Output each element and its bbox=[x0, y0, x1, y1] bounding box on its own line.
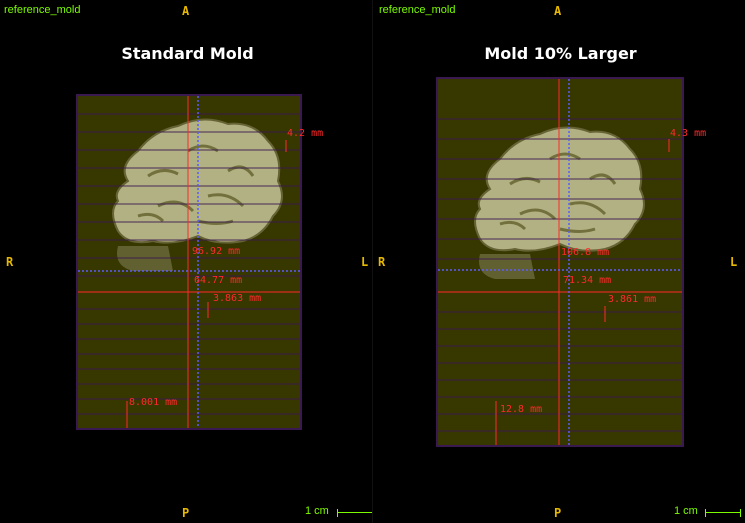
viewport-label: reference_mold bbox=[379, 4, 456, 16]
orientation-right: R bbox=[6, 255, 14, 269]
scale-bar bbox=[337, 509, 373, 517]
measurement-3: 71.34 mm bbox=[563, 275, 612, 286]
scale-label: 1 cm bbox=[305, 505, 329, 517]
mold-title: Mold 10% Larger bbox=[484, 44, 637, 63]
scale-label: 1 cm bbox=[674, 505, 698, 517]
orientation-anterior: A bbox=[182, 4, 190, 18]
mold-title: Standard Mold bbox=[121, 44, 254, 63]
orientation-posterior: P bbox=[554, 506, 562, 520]
orientation-right: R bbox=[378, 255, 386, 269]
orientation-left: L bbox=[361, 255, 369, 269]
measurement-3: 64.77 mm bbox=[194, 275, 243, 286]
measurement-1: 4.2 mm bbox=[287, 128, 324, 139]
measurement-5: 8.001 mm bbox=[129, 397, 178, 408]
orientation-anterior: A bbox=[554, 4, 562, 18]
measurement-2: 106.8 mm bbox=[561, 247, 610, 258]
orientation-posterior: P bbox=[182, 506, 190, 520]
mold-graphic bbox=[78, 96, 300, 428]
measurement-2: 96.92 mm bbox=[192, 246, 241, 257]
mold-overlay bbox=[436, 77, 684, 447]
orientation-left: L bbox=[730, 255, 738, 269]
mold-overlay bbox=[76, 94, 302, 430]
measurement-4: 3.861 mm bbox=[608, 294, 657, 305]
scale-bar bbox=[705, 509, 741, 517]
mold-graphic bbox=[438, 79, 682, 445]
viewport-right[interactable]: reference_mold A P R L Mold 10% Larger 4… bbox=[373, 0, 745, 523]
measurement-1: 4.3 mm bbox=[670, 128, 707, 139]
viewport-label: reference_mold bbox=[4, 4, 81, 16]
measurement-5: 12.8 mm bbox=[500, 404, 543, 415]
measurement-4: 3.863 mm bbox=[213, 293, 262, 304]
viewport-left[interactable]: reference_mold A P R L Standard Mold 4.2… bbox=[0, 0, 373, 523]
